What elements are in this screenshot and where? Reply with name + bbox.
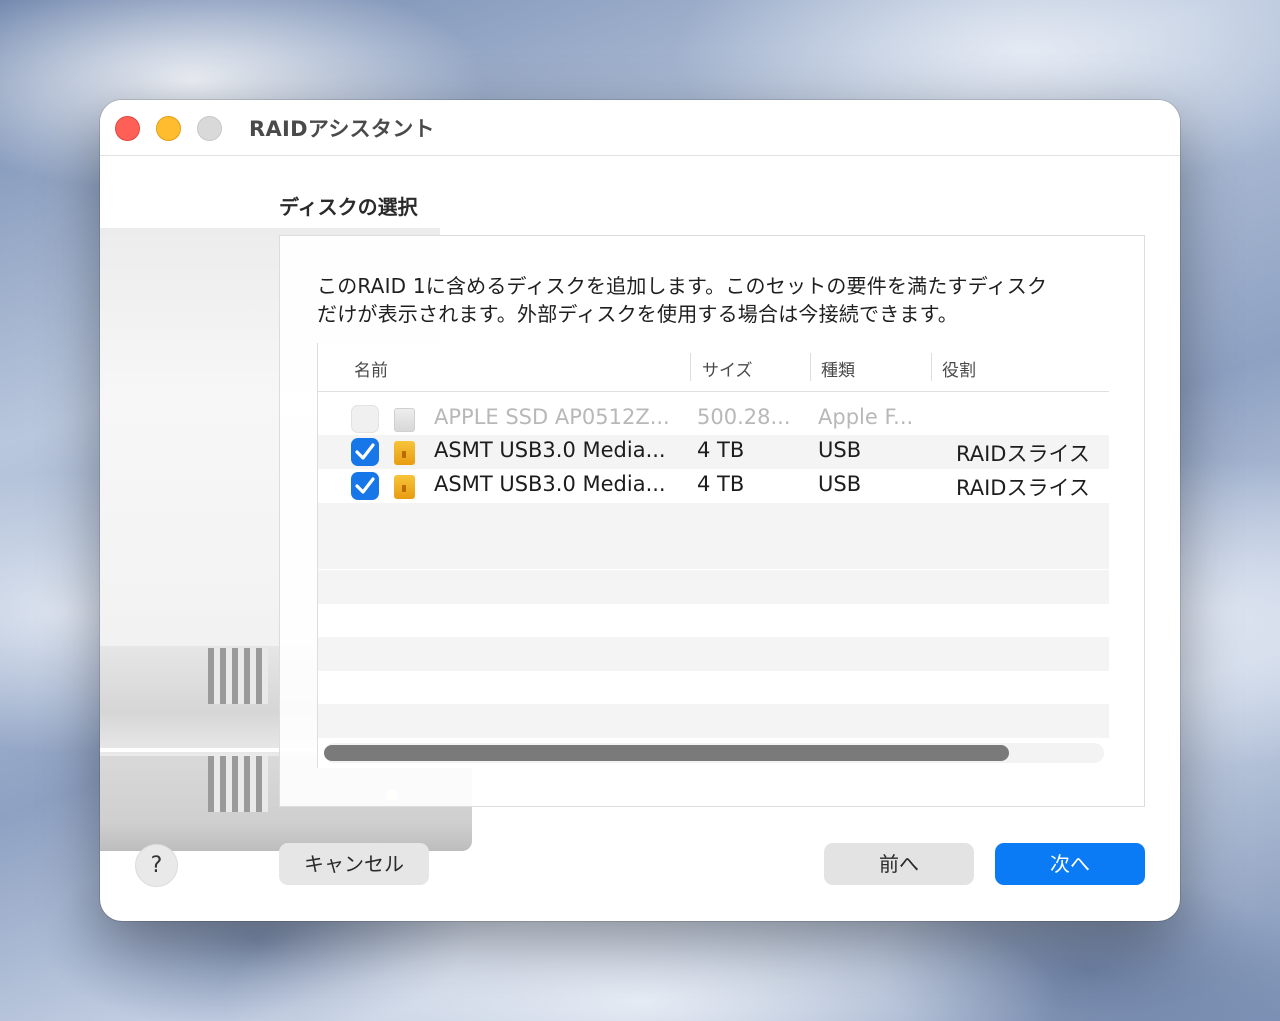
horizontal-scrollbar[interactable] <box>324 743 1104 763</box>
section-title: ディスクの選択 <box>279 195 418 219</box>
disk-type: Apple F... <box>818 405 914 429</box>
table-header: 名前 サイズ 種類 役割 <box>318 343 1109 392</box>
disk-checkbox[interactable] <box>351 438 379 466</box>
column-header-type[interactable]: 種類 <box>821 356 855 381</box>
description-line: このRAID 1に含めるディスクを追加します。このセットの要件を満たすディスク <box>317 274 1048 298</box>
disk-type: USB <box>818 472 862 496</box>
disk-name: APPLE SSD AP0512Z... <box>434 405 670 429</box>
description-line: だけが表示されます。外部ディスクを使用する場合は今接続できます。 <box>317 302 958 326</box>
column-separator[interactable] <box>931 353 932 381</box>
disk-table: 名前 サイズ 種類 役割 APPLE SSD AP0512Z... 500.28… <box>317 343 1109 768</box>
close-button[interactable] <box>115 116 140 141</box>
external-disk-icon <box>394 475 415 499</box>
internal-disk-icon <box>394 408 415 432</box>
disk-size: 4 TB <box>697 438 745 462</box>
empty-row <box>318 535 1109 569</box>
column-header-name[interactable]: 名前 <box>354 356 388 381</box>
illustration-vent <box>208 648 268 704</box>
title-bar: RAIDアシスタント <box>100 100 1180 156</box>
empty-row <box>318 503 1109 537</box>
empty-row <box>318 704 1109 738</box>
disk-size: 500.28... <box>697 405 791 429</box>
disk-type: USB <box>818 438 862 462</box>
column-header-size[interactable]: サイズ <box>702 356 753 381</box>
disk-name: ASMT USB3.0 Media... <box>434 472 666 496</box>
disk-role: RAIDスライス <box>956 442 1090 466</box>
disk-name: ASMT USB3.0 Media... <box>434 438 666 462</box>
table-row: APPLE SSD AP0512Z... 500.28... Apple F..… <box>318 402 1109 436</box>
back-button[interactable]: 前へ <box>824 843 974 885</box>
cancel-button[interactable]: キャンセル <box>279 843 429 885</box>
empty-row <box>318 637 1109 671</box>
disk-checkbox[interactable] <box>351 472 379 500</box>
external-disk-icon <box>394 441 415 465</box>
illustration-vent <box>208 756 268 812</box>
column-separator[interactable] <box>810 353 811 381</box>
raid-assistant-window: RAIDアシスタント ディスクの選択 このRAID 1に含めるディスクを追加しま… <box>100 100 1180 921</box>
next-button[interactable]: 次へ <box>995 843 1145 885</box>
disk-checkbox <box>351 405 379 433</box>
table-row[interactable]: ASMT USB3.0 Media... 4 TB USB RAIDスライス <box>318 469 1109 503</box>
minimize-button[interactable] <box>156 116 181 141</box>
table-row[interactable]: ASMT USB3.0 Media... 4 TB USB RAIDスライス <box>318 435 1109 469</box>
checkmark-icon <box>355 443 375 460</box>
zoom-button[interactable] <box>197 116 222 141</box>
scrollbar-thumb[interactable] <box>324 745 1009 761</box>
disk-role: RAIDスライス <box>956 476 1090 500</box>
empty-row <box>318 570 1109 604</box>
column-separator[interactable] <box>690 353 691 381</box>
column-header-role[interactable]: 役割 <box>942 356 976 381</box>
window-title: RAIDアシスタント <box>249 117 435 141</box>
checkmark-icon <box>355 477 375 494</box>
help-button[interactable]: ? <box>135 844 178 887</box>
description-text: このRAID 1に含めるディスクを追加します。このセットの要件を満たすディスク … <box>317 272 1117 328</box>
disk-size: 4 TB <box>697 472 745 496</box>
